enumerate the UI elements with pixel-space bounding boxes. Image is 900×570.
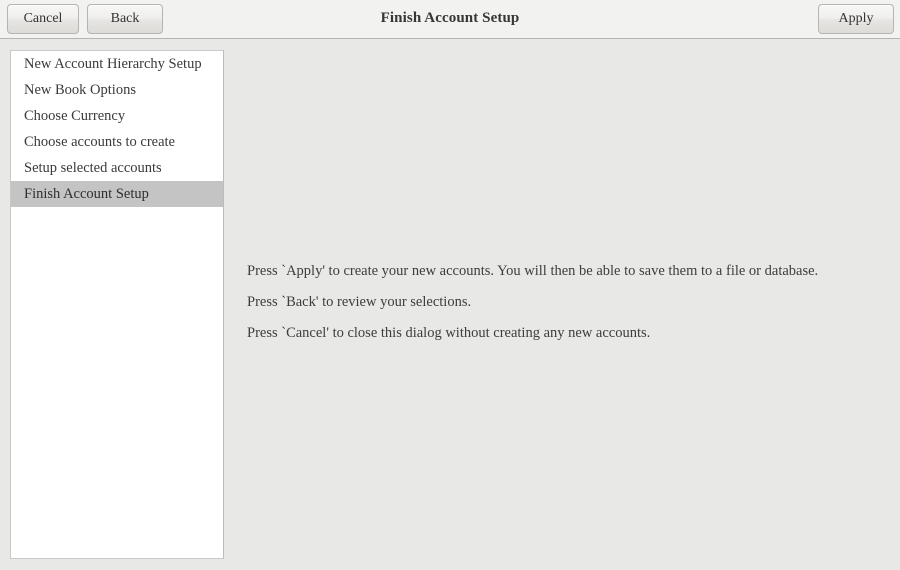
sidebar-item-5[interactable]: Finish Account Setup — [11, 181, 223, 207]
apply-button[interactable]: Apply — [818, 4, 894, 34]
sidebar-item-2[interactable]: Choose Currency — [11, 103, 223, 129]
sidebar-item-1[interactable]: New Book Options — [11, 77, 223, 103]
assistant-dialog: Cancel Back Finish Account Setup Apply N… — [0, 0, 900, 570]
instruction-line-2: Press `Cancel' to close this dialog with… — [247, 325, 877, 341]
sidebar-item-4[interactable]: Setup selected accounts — [11, 155, 223, 181]
assistant-page-list[interactable]: New Account Hierarchy SetupNew Book Opti… — [10, 50, 224, 559]
page-title: Finish Account Setup — [0, 10, 900, 27]
content-pane: Press `Apply' to create your new account… — [224, 39, 900, 570]
finish-instructions: Press `Apply' to create your new account… — [247, 263, 877, 341]
instruction-line-0: Press `Apply' to create your new account… — [247, 263, 877, 279]
sidebar-item-3[interactable]: Choose accounts to create — [11, 129, 223, 155]
dialog-header: Cancel Back Finish Account Setup Apply — [0, 0, 900, 39]
sidebar-item-0[interactable]: New Account Hierarchy Setup — [11, 51, 223, 77]
instruction-line-1: Press `Back' to review your selections. — [247, 294, 877, 310]
